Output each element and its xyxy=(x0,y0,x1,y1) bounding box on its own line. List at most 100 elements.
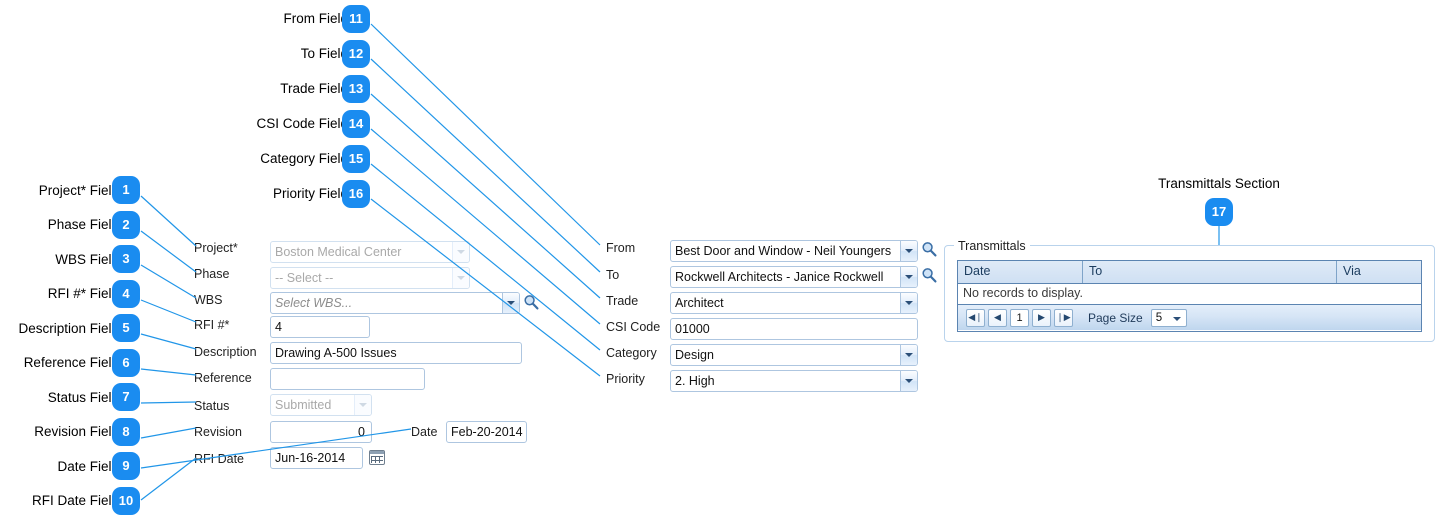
to-value: Rockwell Architects - Janice Rockwell xyxy=(675,270,884,284)
chevron-down-icon[interactable] xyxy=(900,371,917,391)
chevron-down-icon[interactable] xyxy=(452,242,469,262)
callout-badge-12: 12 xyxy=(342,40,370,68)
from-combo[interactable]: Best Door and Window - Neil Youngers xyxy=(670,240,918,262)
callout-label-7: Status Field xyxy=(47,390,119,405)
callout-label-10: RFI Date Field xyxy=(31,493,119,508)
field-label-trade: Trade xyxy=(606,294,639,308)
callout-label-8: Revision Field xyxy=(34,424,119,439)
transmittals-pager: ◀❘ ◀ 1 ▶ ❘▶ Page Size 5 xyxy=(958,305,1421,330)
callout-badge-16: 16 xyxy=(342,180,370,208)
date-input[interactable]: Feb-20-2014 xyxy=(446,421,527,443)
trade-combo[interactable]: Architect xyxy=(670,292,918,314)
callout-label-5: Description Field xyxy=(18,321,119,336)
callout-badge-15: 15 xyxy=(342,145,370,173)
chevron-down-icon[interactable] xyxy=(502,293,519,313)
status-value: Submitted xyxy=(275,398,332,412)
callout-badge-6: 6 xyxy=(112,349,140,377)
column-header-via[interactable]: Via xyxy=(1337,261,1421,283)
revision-input[interactable]: 0 xyxy=(270,421,372,443)
wbs-combo[interactable]: Select WBS... xyxy=(270,292,520,314)
category-combo[interactable]: Design xyxy=(670,344,918,366)
field-label-category: Category xyxy=(606,346,657,360)
phase-value: -- Select -- xyxy=(275,271,334,285)
callout-badge-13: 13 xyxy=(342,75,370,103)
column-header-date[interactable]: Date xyxy=(958,261,1083,283)
callout-label-14: CSI Code Field xyxy=(256,116,348,131)
callout-badge-14: 14 xyxy=(342,110,370,138)
field-label-csi-code: CSI Code xyxy=(606,320,661,334)
callout-label-13: Trade Field xyxy=(280,81,348,96)
page-size-select[interactable]: 5 xyxy=(1150,308,1187,327)
rfi-number-input[interactable]: 4 xyxy=(270,316,370,338)
callout-label-9: Date Field xyxy=(57,459,119,474)
callout-badge-10: 10 xyxy=(112,487,140,515)
field-label-revision: Revision xyxy=(194,425,242,439)
callout-label-4: RFI #* Field xyxy=(47,286,119,301)
field-label-date: Date xyxy=(411,425,438,439)
callout-label-3: WBS Field xyxy=(55,252,119,267)
chevron-down-icon[interactable] xyxy=(900,293,917,313)
page-size-value: 5 xyxy=(1155,311,1163,324)
project-combo[interactable]: Boston Medical Center xyxy=(270,241,470,263)
field-label-phase: Phase xyxy=(194,267,230,281)
callout-badge-1: 1 xyxy=(112,176,140,204)
callout-badge-7: 7 xyxy=(112,383,140,411)
callout-label-2: Phase Field xyxy=(47,217,119,232)
field-label-status: Status xyxy=(194,399,230,413)
field-label-rfi-date: RFI Date xyxy=(194,452,245,466)
status-combo[interactable]: Submitted xyxy=(270,394,372,416)
callout-badge-17: 17 xyxy=(1205,198,1233,226)
callout-badge-3: 3 xyxy=(112,245,140,273)
rfi-date-input[interactable]: Jun-16-2014 xyxy=(270,447,363,469)
field-label-priority: Priority xyxy=(606,372,645,386)
field-label-rfi-number: RFI #* xyxy=(194,318,230,332)
field-label-description: Description xyxy=(194,345,257,359)
callout-badge-5: 5 xyxy=(112,314,140,342)
pager-first-button[interactable]: ◀❘ xyxy=(966,308,985,327)
transmittals-grid-header: Date To Via xyxy=(958,261,1421,284)
project-value: Boston Medical Center xyxy=(275,245,402,259)
calendar-icon[interactable] xyxy=(369,450,385,465)
pager-last-button[interactable]: ❘▶ xyxy=(1054,308,1073,327)
column-header-to[interactable]: To xyxy=(1083,261,1337,283)
chevron-down-icon[interactable] xyxy=(354,395,371,415)
wbs-value: Select WBS... xyxy=(275,296,353,310)
search-icon[interactable] xyxy=(523,294,539,310)
callout-label-16: Priority Field xyxy=(272,186,348,201)
trade-value: Architect xyxy=(675,296,724,310)
callout-badge-2: 2 xyxy=(112,211,140,239)
from-value: Best Door and Window - Neil Youngers xyxy=(675,244,892,258)
priority-combo[interactable]: 2. High xyxy=(670,370,918,392)
field-label-wbs: WBS xyxy=(194,293,223,307)
callout-badge-9: 9 xyxy=(112,452,140,480)
pager-prev-button[interactable]: ◀ xyxy=(988,308,1007,327)
to-combo[interactable]: Rockwell Architects - Janice Rockwell xyxy=(670,266,918,288)
priority-value: 2. High xyxy=(675,374,715,388)
chevron-down-icon[interactable] xyxy=(900,345,917,365)
callout-badge-4: 4 xyxy=(112,280,140,308)
transmittals-empty-message: No records to display. xyxy=(958,284,1421,305)
category-value: Design xyxy=(675,348,714,362)
field-label-from: From xyxy=(606,241,636,255)
callout-label-11: From Field xyxy=(283,11,348,26)
chevron-down-icon xyxy=(1172,316,1181,321)
phase-combo[interactable]: -- Select -- xyxy=(270,267,470,289)
search-icon[interactable] xyxy=(921,241,937,257)
callout-label-1: Project* Field xyxy=(38,183,119,198)
callout-badge-8: 8 xyxy=(112,418,140,446)
csi-code-input[interactable]: 01000 xyxy=(670,318,918,340)
search-icon[interactable] xyxy=(921,267,937,283)
page-size-label: Page Size xyxy=(1088,310,1143,325)
field-label-to: To xyxy=(606,268,620,282)
pager-next-button[interactable]: ▶ xyxy=(1032,308,1051,327)
pager-page-input[interactable]: 1 xyxy=(1010,308,1029,327)
transmittals-grid: Date To Via No records to display. ◀❘ ◀ … xyxy=(957,260,1422,332)
chevron-down-icon[interactable] xyxy=(452,268,469,288)
callout-label-15: Category Field xyxy=(260,151,348,166)
reference-input[interactable] xyxy=(270,368,425,390)
chevron-down-icon[interactable] xyxy=(900,267,917,287)
chevron-down-icon[interactable] xyxy=(900,241,917,261)
description-input[interactable]: Drawing A-500 Issues xyxy=(270,342,522,364)
annotated-rfi-form-screenshot: Project* Field 1 Phase Field 2 WBS Field… xyxy=(0,0,1449,519)
callout-label-6: Reference Field xyxy=(23,355,119,370)
